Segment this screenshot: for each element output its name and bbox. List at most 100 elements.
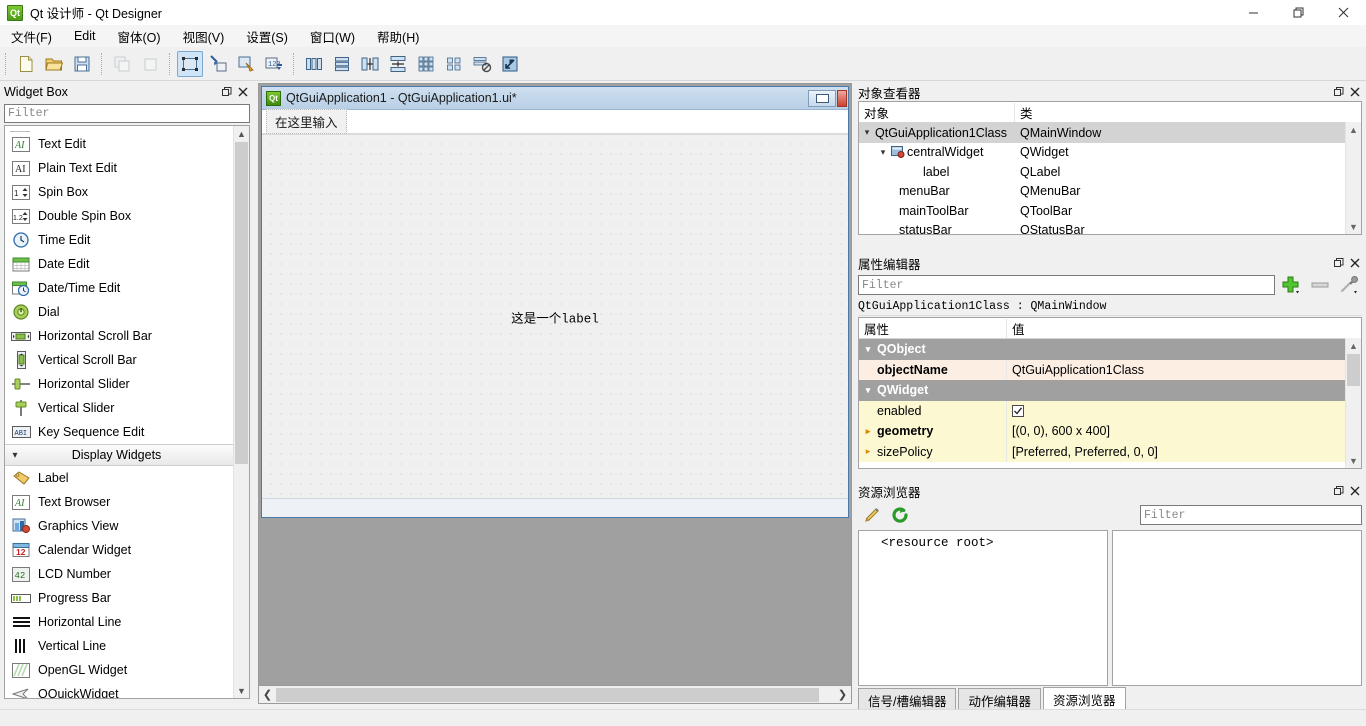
scroll-left-icon[interactable]: ❮ — [259, 686, 276, 703]
table-row[interactable]: ▾ centralWidget QWidget — [859, 143, 1361, 163]
widget-item-key-sequence-edit[interactable]: ABI Key Sequence Edit — [5, 420, 234, 444]
scroll-up-icon[interactable]: ▲ — [1346, 338, 1361, 353]
layout-form-button[interactable] — [441, 51, 467, 77]
save-form-button[interactable] — [69, 51, 95, 77]
resource-root-label[interactable]: <resource root> — [881, 536, 994, 550]
new-form-button[interactable] — [13, 51, 39, 77]
property-row-sizepolicy[interactable]: ▸ sizePolicy [Preferred, Preferred, 0, 0… — [859, 441, 1361, 462]
adjust-size-button[interactable] — [497, 51, 523, 77]
float-icon[interactable] — [1332, 256, 1346, 270]
widget-item-date-edit[interactable]: Date Edit — [5, 252, 234, 276]
enabled-checkbox[interactable] — [1012, 404, 1024, 417]
widget-item-vertical-slider[interactable]: Vertical Slider — [5, 396, 234, 420]
property-grid-scrollbar[interactable]: ▲ ▼ — [1345, 338, 1361, 468]
property-row-objectname[interactable]: objectName QtGuiApplication1Class — [859, 359, 1361, 380]
close-icon[interactable] — [1348, 484, 1362, 498]
widget-item-label[interactable]: Label — [5, 466, 234, 490]
widget-item-time-edit[interactable]: Time Edit — [5, 228, 234, 252]
widget-item-horizontal-line[interactable]: Horizontal Line — [5, 610, 234, 634]
chevron-down-icon[interactable]: ▾ — [875, 147, 891, 158]
property-group-row[interactable]: ▾ QWidget — [859, 380, 1361, 401]
edit-buddies-button[interactable] — [233, 51, 259, 77]
scroll-up-icon[interactable]: ▲ — [234, 126, 249, 141]
form-canvas[interactable]: 这是一个label — [262, 134, 848, 498]
redo-button[interactable] — [137, 51, 163, 77]
scroll-down-icon[interactable]: ▼ — [234, 683, 249, 698]
widget-item-opengl-widget[interactable]: OpenGL Widget — [5, 658, 234, 682]
chevron-right-icon[interactable]: ▸ — [859, 426, 877, 437]
widget-box-scrollbar[interactable]: ▲ ▼ — [233, 126, 249, 698]
property-group-row[interactable]: ▾ QObject — [859, 339, 1361, 360]
widget-item-lcd-number[interactable]: 42 LCD Number — [5, 562, 234, 586]
close-icon[interactable] — [1348, 85, 1362, 99]
column-header-class[interactable]: 类 — [1015, 103, 1361, 122]
close-icon[interactable] — [837, 89, 847, 107]
float-icon[interactable] — [1332, 484, 1346, 498]
widget-item-plain-text-edit[interactable]: AI Plain Text Edit — [5, 156, 234, 180]
break-layout-button[interactable] — [469, 51, 495, 77]
minimize-icon[interactable] — [1231, 0, 1276, 25]
property-filter-input[interactable]: Filter — [858, 275, 1275, 295]
undo-button[interactable] — [109, 51, 135, 77]
widget-item-horizontal-scroll-bar[interactable]: Horizontal Scroll Bar — [5, 324, 234, 348]
restore-icon[interactable] — [1276, 0, 1321, 25]
toolbar-handle-1[interactable] — [5, 52, 7, 75]
form-label-widget[interactable]: 这是一个label — [511, 307, 599, 326]
widget-item-text-edit[interactable]: AI Text Edit — [5, 132, 234, 156]
form-window-titlebar[interactable]: Qt QtGuiApplication1 - QtGuiApplication1… — [262, 87, 848, 110]
chevron-down-icon[interactable]: ▾ — [859, 344, 877, 355]
scroll-down-icon[interactable]: ▼ — [1346, 219, 1361, 234]
layout-splitter-vertical-button[interactable] — [385, 51, 411, 77]
widget-box-filter-input[interactable]: Filter — [4, 104, 250, 123]
scroll-right-icon[interactable]: ❯ — [834, 686, 851, 703]
widget-item-double-spin-box[interactable]: 1.2 Double Spin Box — [5, 204, 234, 228]
layout-horizontally-button[interactable] — [301, 51, 327, 77]
edit-signals-slots-button[interactable] — [205, 51, 231, 77]
close-icon[interactable] — [236, 85, 250, 99]
widget-box-category-display-widgets[interactable]: ▾ Display Widgets — [5, 444, 234, 466]
close-icon[interactable] — [1321, 0, 1366, 25]
open-form-button[interactable] — [41, 51, 67, 77]
edit-widgets-button[interactable] — [177, 50, 203, 77]
configure-button[interactable] — [1336, 274, 1362, 296]
menu-edit[interactable]: Edit — [63, 27, 107, 45]
menu-settings[interactable]: 设置(S) — [235, 25, 299, 48]
scroll-up-icon[interactable]: ▲ — [1346, 122, 1361, 137]
menu-help[interactable]: 帮助(H) — [366, 25, 430, 48]
column-header-object[interactable]: 对象 — [859, 102, 1015, 122]
widget-item-graphics-view[interactable]: Graphics View — [5, 514, 234, 538]
property-value[interactable]: QtGuiApplication1Class — [1007, 363, 1361, 377]
property-row-enabled[interactable]: enabled — [859, 400, 1361, 421]
close-icon[interactable] — [1348, 256, 1362, 270]
menu-file[interactable]: 文件(F) — [0, 25, 63, 48]
object-tree-scrollbar[interactable]: ▲ ▼ — [1345, 122, 1361, 234]
widget-item-dial[interactable]: Dial — [5, 300, 234, 324]
edit-tab-order-button[interactable]: 123 — [261, 51, 287, 77]
layout-splitter-horizontal-button[interactable] — [357, 51, 383, 77]
mdi-horizontal-scrollbar[interactable]: ❮ ❯ — [258, 686, 852, 704]
layout-vertically-button[interactable] — [329, 51, 355, 77]
resource-preview-list[interactable] — [1112, 530, 1362, 686]
edit-resources-button[interactable] — [858, 503, 886, 527]
minimize-icon[interactable] — [808, 89, 836, 107]
menu-view[interactable]: 视图(V) — [172, 25, 236, 48]
table-row[interactable]: label QLabel — [859, 162, 1361, 182]
scrollbar-thumb[interactable] — [276, 687, 819, 702]
resource-tree[interactable]: <resource root> — [858, 530, 1108, 686]
form-menubar[interactable]: 在这里输入 — [262, 109, 848, 134]
table-row[interactable]: ▾ QtGuiApplication1Class QMainWindow — [859, 123, 1361, 143]
table-row[interactable]: statusBar QStatusBar — [859, 221, 1361, 234]
form-menu-placeholder[interactable]: 在这里输入 — [266, 109, 347, 134]
widget-item-progress-bar[interactable]: Progress Bar — [5, 586, 234, 610]
property-value[interactable]: [(0, 0), 600 x 400] — [1007, 424, 1361, 438]
scrollbar-thumb[interactable] — [1347, 354, 1360, 386]
scrollbar-track[interactable] — [276, 686, 834, 703]
table-row[interactable]: menuBar QMenuBar — [859, 182, 1361, 202]
column-header-property[interactable]: 属性 — [859, 318, 1007, 338]
table-row[interactable]: mainToolBar QToolBar — [859, 201, 1361, 221]
widget-item-vertical-scroll-bar[interactable]: Vertical Scroll Bar — [5, 348, 234, 372]
layout-grid-button[interactable] — [413, 51, 439, 77]
add-property-button[interactable] — [1278, 274, 1304, 296]
chevron-down-icon[interactable]: ▾ — [859, 385, 877, 396]
widget-item-horizontal-slider[interactable]: Horizontal Slider — [5, 372, 234, 396]
